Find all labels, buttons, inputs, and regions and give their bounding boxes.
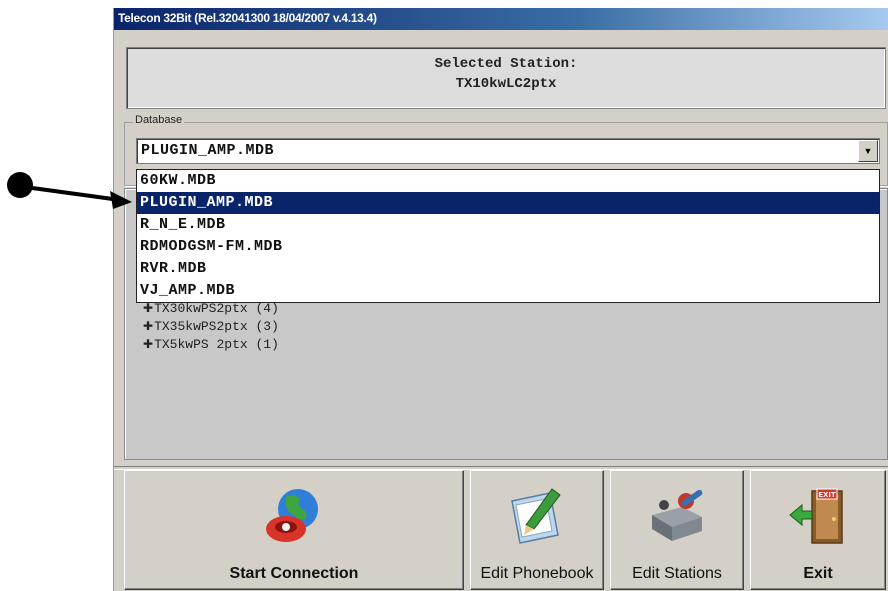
database-combobox[interactable]: PLUGIN_AMP.MDB ▼ [136,138,880,164]
edit-stations-label: Edit Stations [632,565,722,582]
pen-paper-icon [511,488,561,544]
dropdown-option[interactable]: 60KW.MDB [137,170,879,192]
tree-item[interactable]: ✚TX30kwPS2ptx (4) [143,301,279,316]
dropdown-option-selected[interactable]: PLUGIN_AMP.MDB [137,192,879,214]
edit-phonebook-button[interactable]: Edit Phonebook [470,470,604,590]
database-legend: Database [133,114,185,126]
start-connection-label: Start Connection [229,565,359,582]
expand-icon[interactable]: ✚ [143,320,153,334]
database-dropdown-list[interactable]: 60KW.MDB PLUGIN_AMP.MDB R_N_E.MDB RDMODG… [136,169,880,303]
expand-icon[interactable]: ✚ [143,338,153,352]
edit-phonebook-label: Edit Phonebook [480,565,594,582]
tree-item[interactable]: ✚TX35kwPS2ptx (3) [143,319,279,334]
arrow-pointer-icon [7,172,132,209]
expand-icon[interactable]: ✚ [143,302,153,316]
start-connection-button[interactable]: Start Connection [124,470,464,590]
chevron-down-icon[interactable]: ▼ [858,140,878,162]
dropdown-option[interactable]: R_N_E.MDB [137,214,879,236]
title-bar: Telecon 32Bit (Rel.32041300 18/04/2007 v… [114,8,888,30]
database-selected-value: PLUGIN_AMP.MDB [141,142,275,159]
window-title: Telecon 32Bit (Rel.32041300 18/04/2007 v… [118,11,377,25]
app-window: Telecon 32Bit (Rel.32041300 18/04/2007 v… [113,8,888,591]
dropdown-option[interactable]: RDMODGSM-FM.MDB [137,236,879,258]
tree-item[interactable]: ✚TX5kwPS 2ptx (1) [143,337,279,352]
selected-station-panel: Selected Station: TX10kwLC2ptx [126,47,886,109]
edit-stations-button[interactable]: Edit Stations [610,470,744,590]
tools-icon [652,489,703,541]
svg-text:EXIT: EXIT [818,491,836,499]
selected-station-heading: Selected Station: [434,56,578,72]
dropdown-option[interactable]: VJ_AMP.MDB [137,280,879,302]
exit-door-icon: EXIT [789,488,843,544]
selected-station-name: TX10kwLC2ptx [455,76,557,92]
exit-button[interactable]: EXIT Exit [750,470,886,590]
dropdown-option[interactable]: RVR.MDB [137,258,879,280]
exit-label: Exit [803,565,833,582]
globe-phone-icon [266,489,318,542]
